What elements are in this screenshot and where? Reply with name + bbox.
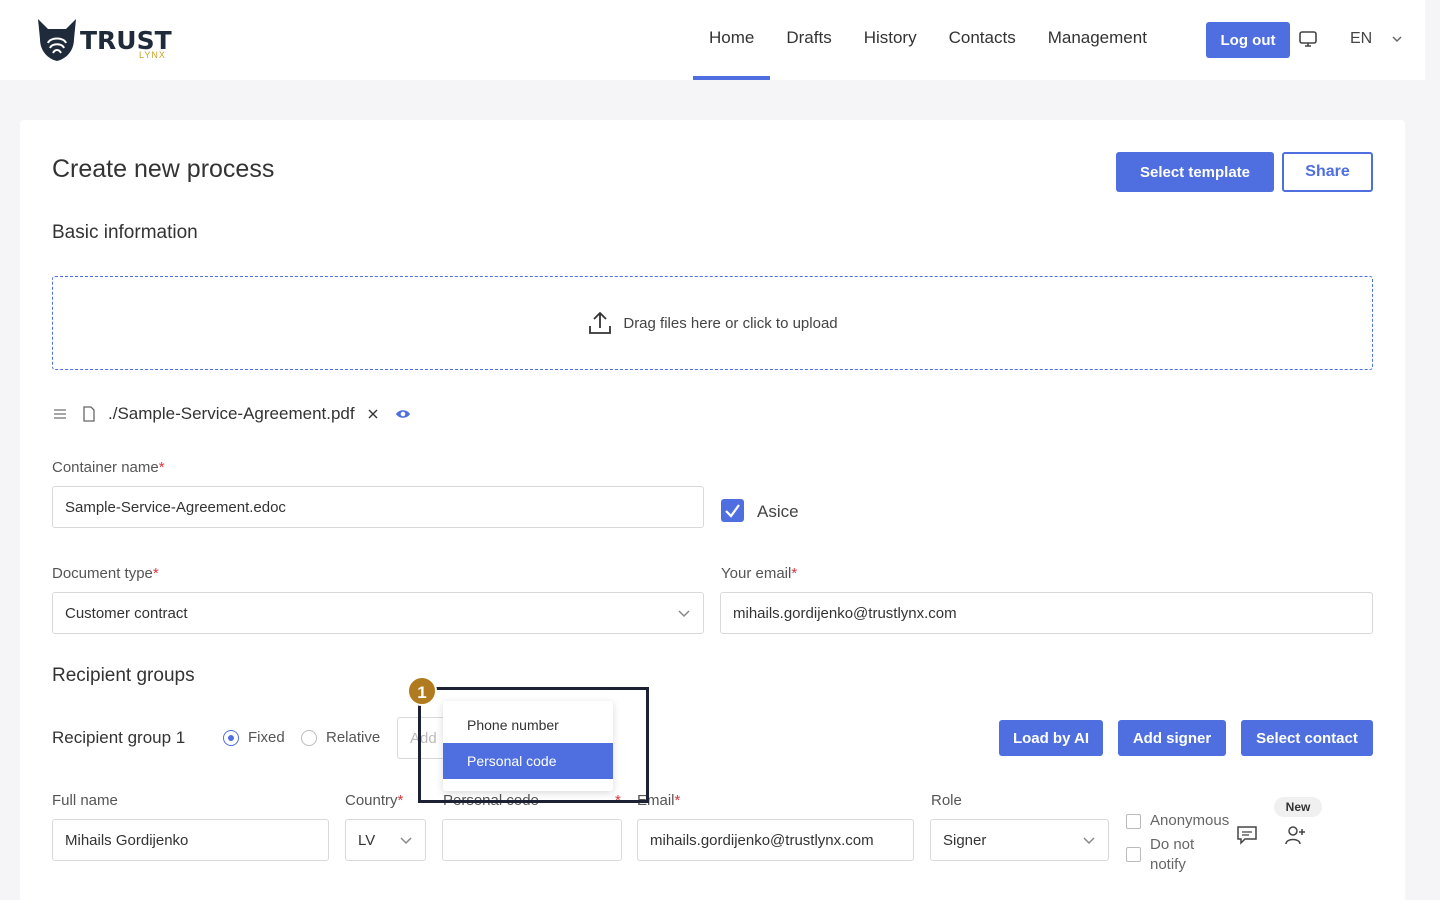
your-email-input[interactable]: mihails.gordijenko@trustlynx.com xyxy=(720,592,1373,634)
language-selector[interactable]: EN xyxy=(1350,30,1372,48)
nav-contacts[interactable]: Contacts xyxy=(933,0,1032,80)
check-icon xyxy=(725,504,740,518)
step-badge: 1 xyxy=(407,676,437,706)
file-name: ./Sample-Service-Agreement.pdf xyxy=(108,404,355,423)
monitor-icon[interactable] xyxy=(1298,30,1318,48)
basic-information-title: Basic information xyxy=(52,222,198,243)
chevron-down-icon xyxy=(1083,837,1095,845)
upload-text: Drag files here or click to upload xyxy=(623,314,838,332)
asice-label: Asice xyxy=(757,502,799,521)
share-button[interactable]: Share xyxy=(1282,152,1373,192)
upload-icon xyxy=(589,311,612,334)
file-upload-dropzone[interactable]: Drag files here or click to upload xyxy=(52,276,1373,370)
nav-drafts[interactable]: Drafts xyxy=(770,0,847,80)
new-badge: New xyxy=(1274,797,1322,817)
email-input[interactable]: mihails.gordijenko@trustlynx.com xyxy=(637,819,914,861)
lynx-logo-icon xyxy=(38,19,76,61)
select-template-button[interactable]: Select template xyxy=(1116,152,1274,192)
file-icon xyxy=(83,406,95,422)
chevron-down-icon[interactable] xyxy=(1391,33,1403,45)
role-label: Role xyxy=(931,792,962,809)
role-select[interactable]: Signer xyxy=(930,819,1109,861)
recipient-groups-title: Recipient groups xyxy=(52,665,195,686)
document-type-select[interactable]: Customer contract xyxy=(52,592,704,634)
add-signer-button[interactable]: Add signer xyxy=(1118,720,1226,756)
add-user-icon[interactable] xyxy=(1284,824,1306,846)
highlight-box xyxy=(418,687,649,803)
load-by-ai-button[interactable]: Load by AI xyxy=(999,720,1103,756)
relative-label: Relative xyxy=(326,729,381,746)
chevron-down-icon xyxy=(400,837,412,845)
file-item: ./Sample-Service-Agreement.pdf xyxy=(52,402,411,426)
main-nav: Home Drafts History Contacts Management xyxy=(693,0,1163,80)
select-contact-button[interactable]: Select contact xyxy=(1241,720,1373,756)
container-name-input[interactable]: Sample-Service-Agreement.edoc xyxy=(52,486,704,528)
chevron-down-icon xyxy=(678,610,690,618)
country-label: Country* xyxy=(345,792,404,809)
personal-code-input[interactable] xyxy=(442,819,622,861)
anonymous-label: Anonymous xyxy=(1150,812,1230,829)
container-name-label: Container name* xyxy=(52,459,165,476)
fixed-radio[interactable] xyxy=(223,730,239,746)
logo-subtext: LYNX xyxy=(139,50,166,60)
do-not-notify-checkbox[interactable] xyxy=(1126,847,1141,862)
logo[interactable]: TRUST LYNX xyxy=(36,17,186,63)
nav-management[interactable]: Management xyxy=(1032,0,1163,80)
do-not-notify-label: Do not notify xyxy=(1150,836,1195,873)
anonymous-checkbox[interactable] xyxy=(1126,814,1141,829)
remove-file-icon[interactable] xyxy=(367,408,379,420)
top-bar: TRUST LYNX Home Drafts History Contacts … xyxy=(0,0,1425,80)
fixed-label: Fixed xyxy=(248,729,285,746)
comment-icon[interactable] xyxy=(1236,824,1258,846)
document-type-label: Document type* xyxy=(52,565,159,582)
full-name-label: Full name xyxy=(52,792,118,809)
recipient-group-label: Recipient group 1 xyxy=(52,728,186,747)
preview-eye-icon[interactable] xyxy=(395,408,411,420)
relative-radio[interactable] xyxy=(301,730,317,746)
asice-checkbox[interactable] xyxy=(721,499,744,522)
country-select[interactable]: LV xyxy=(345,819,426,861)
your-email-label: Your email* xyxy=(721,565,798,582)
nav-home[interactable]: Home xyxy=(693,0,771,80)
logout-button[interactable]: Log out xyxy=(1206,22,1290,58)
nav-history[interactable]: History xyxy=(848,0,933,80)
page-title: Create new process xyxy=(52,155,275,183)
drag-handle-icon[interactable] xyxy=(52,407,68,421)
full-name-input[interactable]: Mihails Gordijenko xyxy=(52,819,329,861)
